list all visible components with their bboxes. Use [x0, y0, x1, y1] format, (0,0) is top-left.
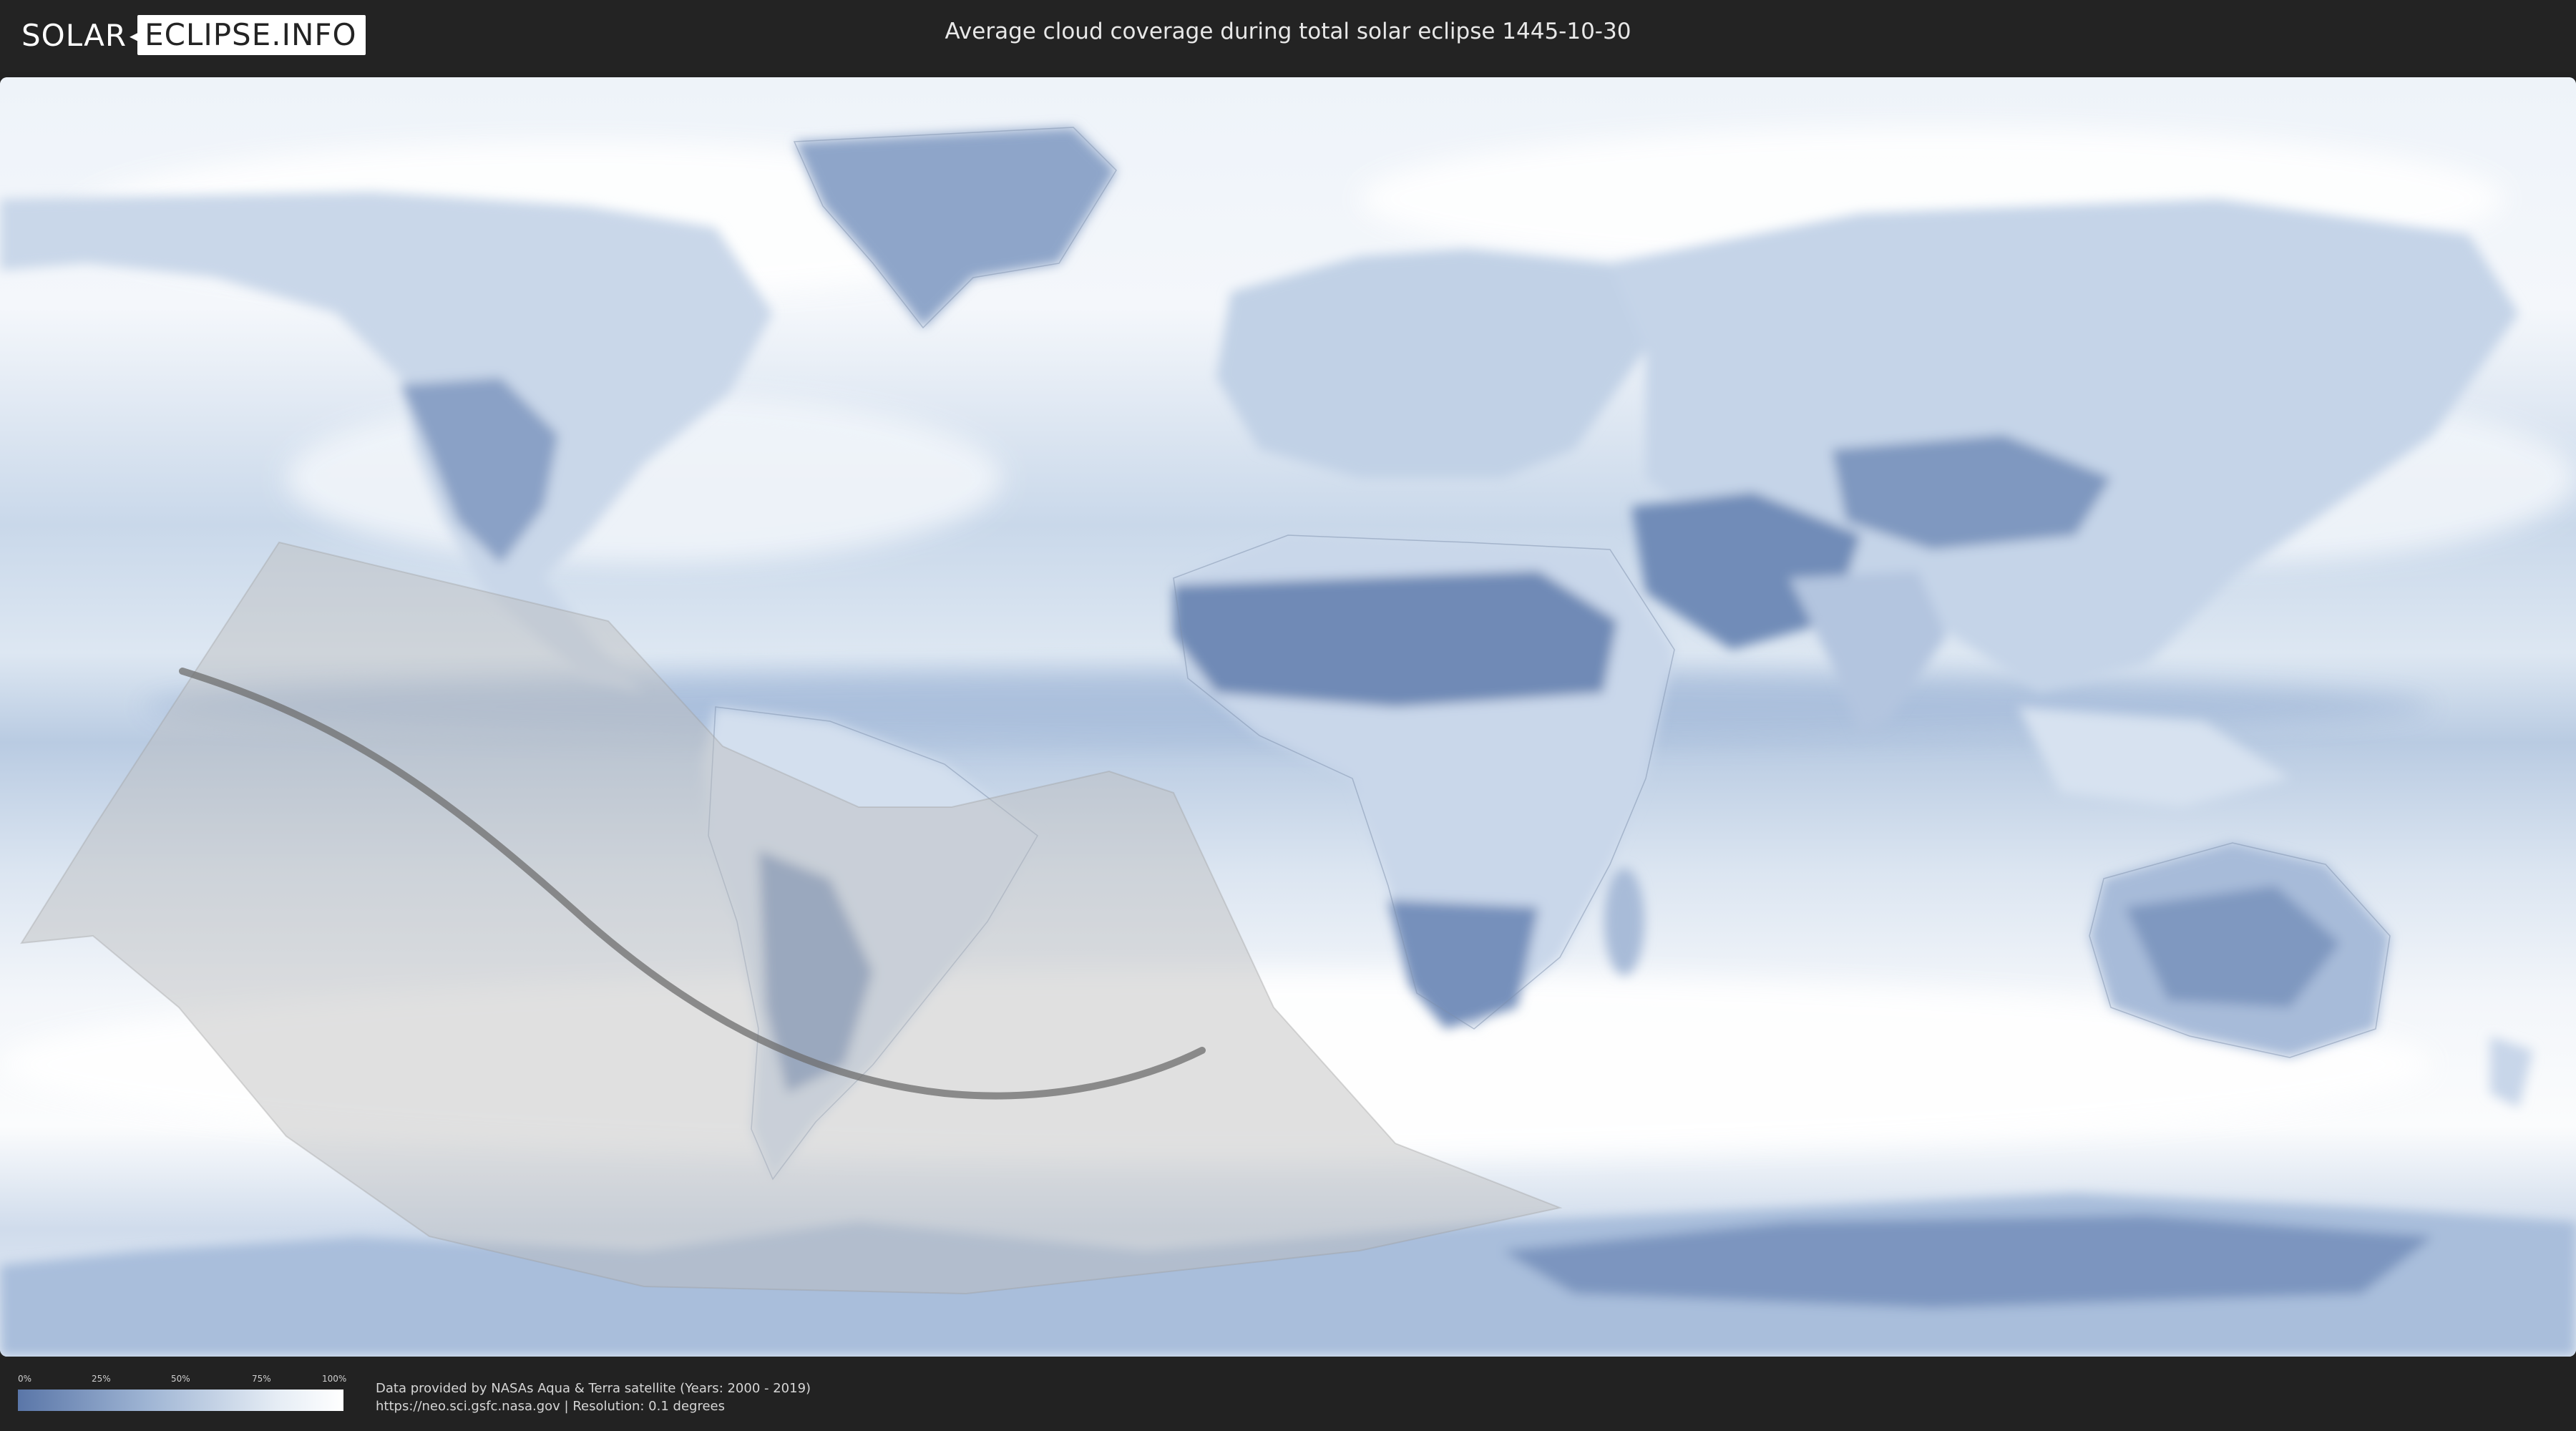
page-title: Average cloud coverage during total sola… — [945, 19, 1631, 44]
madagascar — [1604, 868, 1644, 975]
legend-tick-75: 75% — [252, 1374, 271, 1384]
cloud-coverage-map — [0, 77, 2576, 1357]
legend-tick-25: 25% — [92, 1374, 111, 1384]
legend-tick-0: 0% — [18, 1374, 32, 1384]
legend-gradient-bar — [18, 1390, 343, 1411]
cloud-coverage-legend: 0% 25% 50% 75% 100% — [18, 1374, 347, 1414]
legend-tick-50: 50% — [171, 1374, 190, 1384]
credits-line-url: https://neo.sci.gsfc.nasa.gov | Resoluti… — [376, 1399, 725, 1414]
legend-tick-100: 100% — [322, 1374, 347, 1384]
data-credits: Data provided by NASAs Aqua & Terra sate… — [376, 1379, 811, 1415]
world-map-svg — [0, 77, 2576, 1357]
sahara — [1174, 571, 1617, 707]
header-bar: SOLAR ◂ ECLIPSE.INFO Average cloud cover… — [0, 0, 2576, 72]
legend-ticks: 0% 25% 50% 75% 100% — [18, 1374, 347, 1385]
credits-line-source: Data provided by NASAs Aqua & Terra sate… — [376, 1381, 811, 1396]
